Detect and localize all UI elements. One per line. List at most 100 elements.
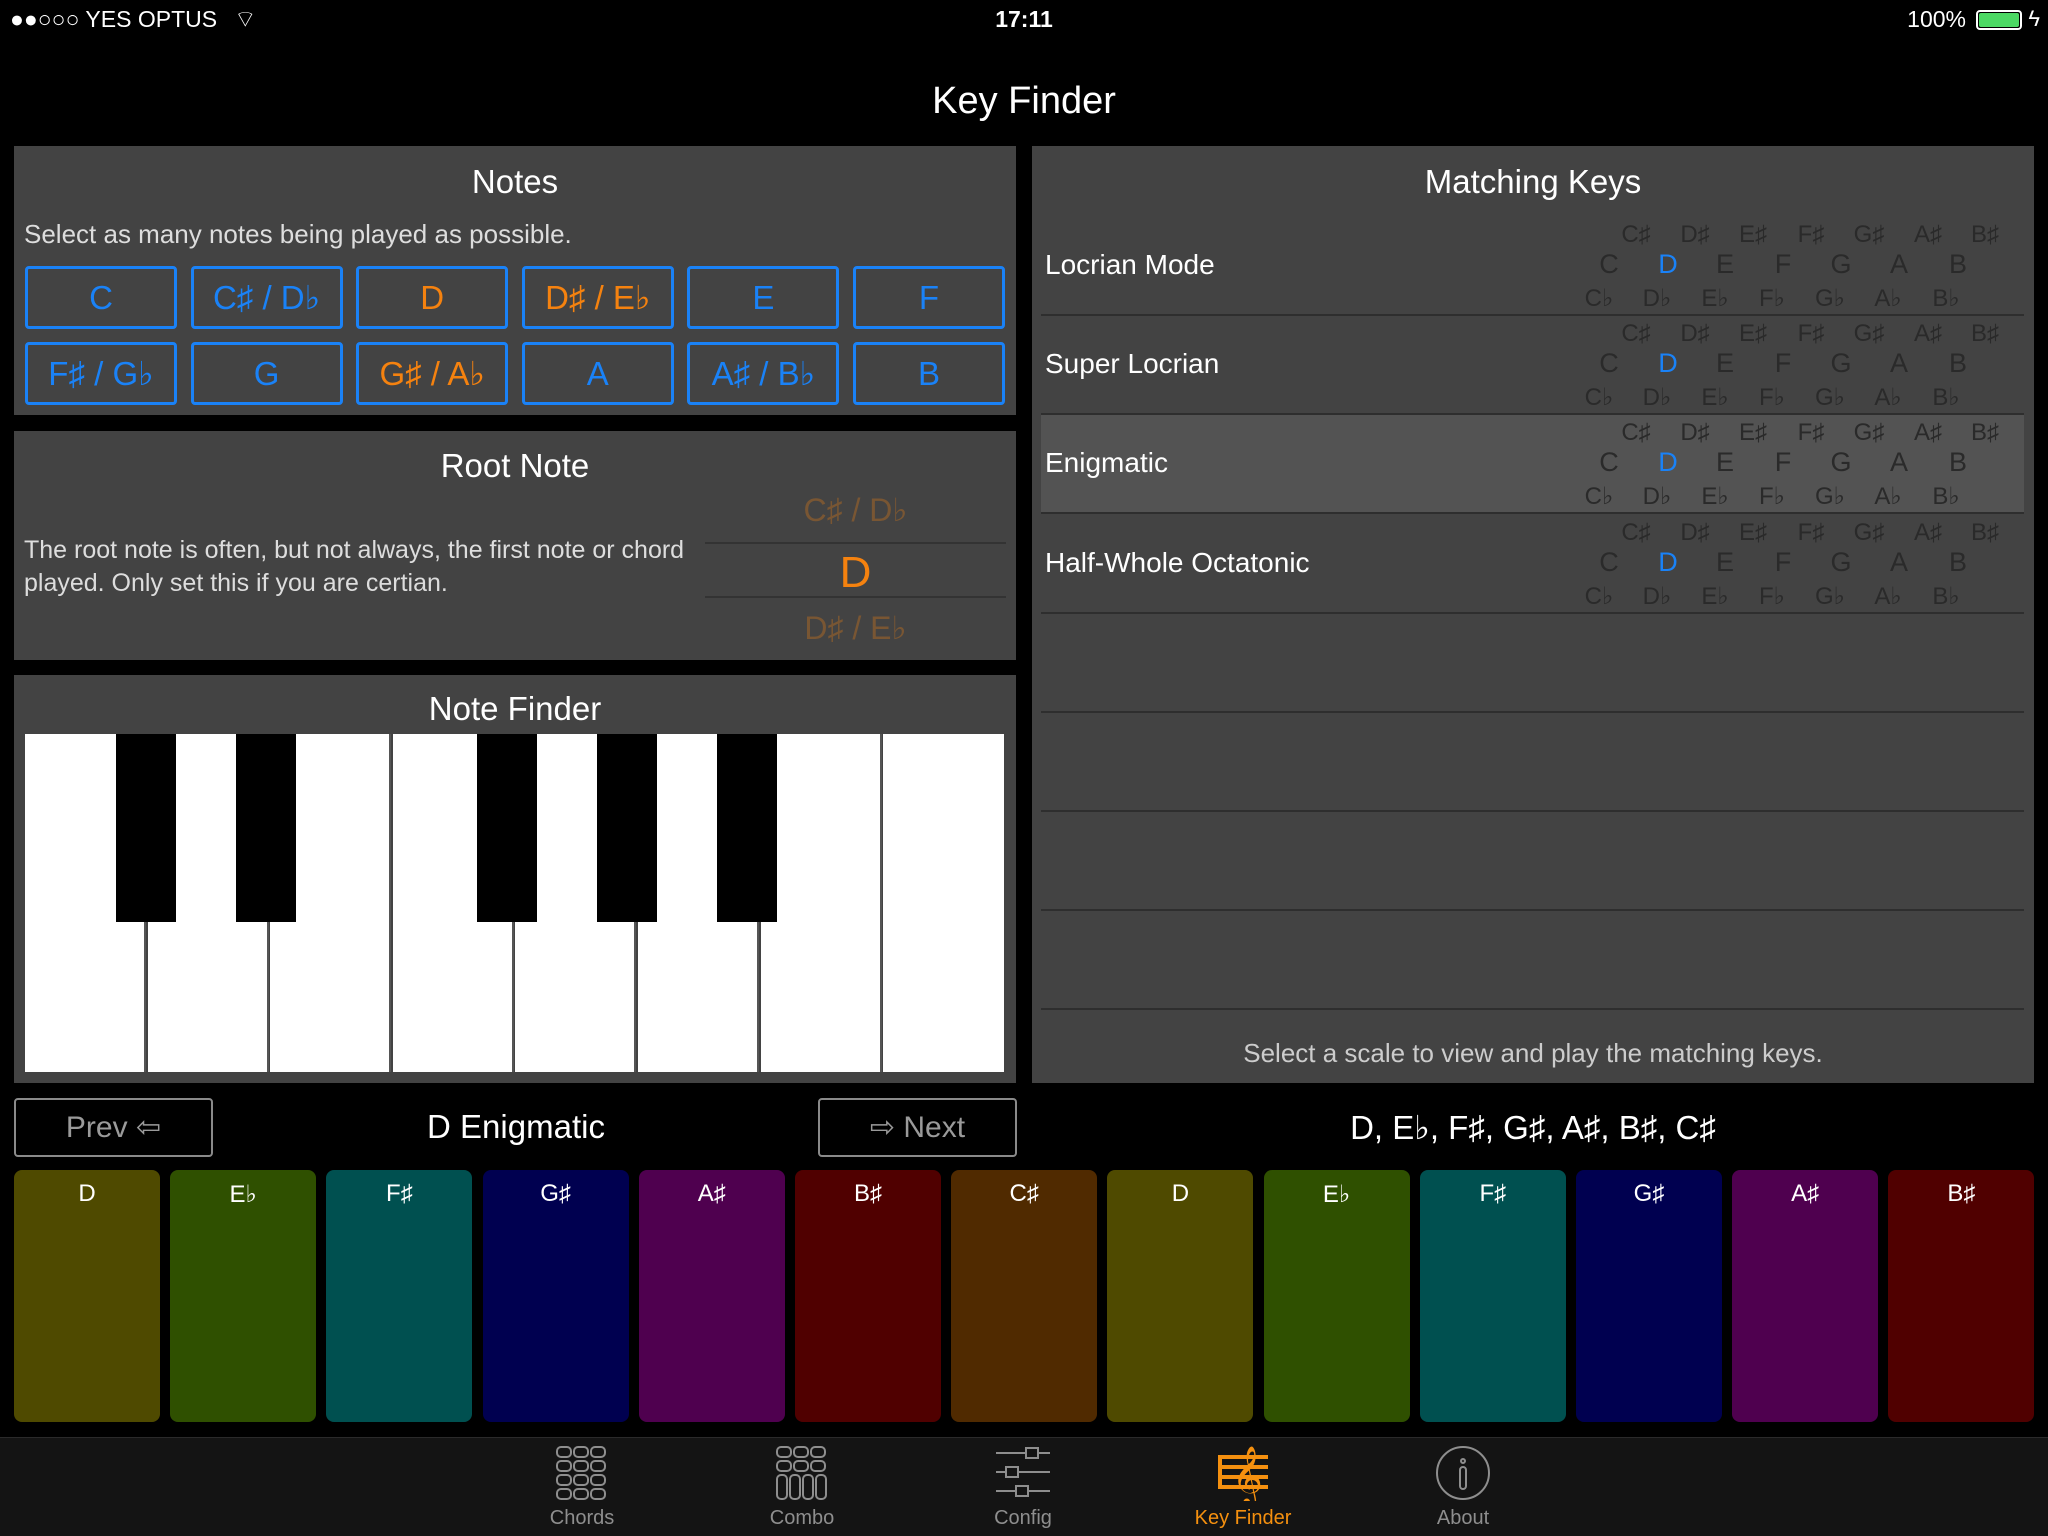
tab-about[interactable]: About [1383, 1437, 1543, 1536]
scale-note: B♭ [1932, 483, 1960, 511]
empty-row [1041, 911, 2024, 1011]
black-key[interactable] [236, 734, 296, 922]
scale-note: G [1830, 447, 1852, 478]
scale-note: D [1658, 546, 1678, 577]
prev-button[interactable]: Prev ⇦ [14, 1098, 213, 1157]
scale-note: A [1889, 348, 1909, 379]
tab-label: Chords [549, 1507, 615, 1529]
note-pad[interactable]: E♭ [170, 1170, 317, 1422]
black-key[interactable] [717, 734, 777, 922]
note-button[interactable]: C♯ / D♭ [190, 266, 343, 329]
scale-note: E [1715, 348, 1735, 379]
scale-note: C♭ [1584, 384, 1614, 412]
note-button[interactable]: B [853, 342, 1005, 405]
scale-note: C [1599, 546, 1619, 577]
note-finder-title: Note Finder [428, 690, 602, 727]
notes-title: Notes [471, 163, 559, 200]
note-pad[interactable]: B♯ [1888, 1170, 2035, 1422]
root-note-picker[interactable]: C♯ / D♭ D D♯ / E♭ [705, 491, 1006, 651]
scale-note: C♭ [1584, 582, 1614, 610]
root-note-title: Root Note [440, 447, 590, 484]
note-pad[interactable]: G♯ [482, 1170, 629, 1422]
scale-note: E [1715, 447, 1735, 478]
scale-note: C♯ [1621, 518, 1651, 546]
note-pad[interactable]: A♯ [638, 1170, 785, 1422]
scale-note: D [1658, 348, 1678, 379]
note-pad[interactable]: E♭ [1263, 1170, 1410, 1422]
white-key[interactable] [883, 734, 1005, 1072]
scale-note: D♯ [1680, 320, 1710, 348]
note-button[interactable]: D♯ / E♭ [521, 266, 674, 329]
picker-option-next[interactable]: D♯ / E♭ [705, 609, 1006, 647]
picker-option-prev[interactable]: C♯ / D♭ [705, 491, 1006, 529]
note-button[interactable]: D [356, 266, 509, 329]
scale-note: B♭ [1932, 285, 1960, 312]
note-pad[interactable]: F♯ [326, 1170, 473, 1422]
tab-label: Key Finder [1194, 1507, 1292, 1529]
tab-config[interactable]: Config [943, 1437, 1103, 1536]
scale-name: Super Locrian [1045, 348, 1220, 380]
note-button[interactable]: A♯ / B♭ [687, 342, 840, 405]
note-pad[interactable]: B♯ [795, 1170, 941, 1422]
scale-note: G [1830, 249, 1852, 279]
scale-note: F [1774, 249, 1792, 279]
scale-note: B♭ [1932, 582, 1960, 610]
page-title: Key Finder [932, 80, 1116, 122]
black-key[interactable] [597, 734, 657, 922]
note-pad[interactable]: G♯ [1576, 1170, 1722, 1422]
scale-note: D♭ [1642, 483, 1672, 511]
scale-note: D [1658, 447, 1678, 478]
scale-note: B♯ [1970, 419, 2000, 447]
scale-note: F [1774, 546, 1792, 577]
scale-note: E♭ [1701, 285, 1729, 312]
scale-note: E♯ [1738, 320, 1768, 348]
note-button[interactable]: A [521, 342, 674, 405]
clock: 17:11 [995, 6, 1053, 32]
scale-note: A♭ [1874, 285, 1902, 312]
scale-note: F [1774, 348, 1792, 379]
note-button[interactable]: F [853, 266, 1005, 329]
note-button[interactable]: C [25, 266, 177, 329]
picker-option-selected[interactable]: D [705, 548, 1006, 598]
scale-note: A [1889, 546, 1909, 577]
note-pad[interactable]: C♯ [951, 1170, 1098, 1422]
matching-keys-hint: Select a scale to view and play the matc… [1243, 1038, 1823, 1068]
tab-key-finder[interactable]: 𝄞 Key Finder [1163, 1437, 1323, 1536]
scale-note: C [1599, 249, 1619, 279]
note-button[interactable]: E [687, 266, 840, 329]
note-pad[interactable]: F♯ [1419, 1170, 1566, 1422]
tab-chords[interactable]: Chords [502, 1437, 662, 1536]
note-pad[interactable]: D [14, 1170, 160, 1422]
tab-combo[interactable]: Combo [722, 1437, 882, 1536]
empty-row [1041, 713, 2024, 812]
note-button[interactable]: G [190, 342, 343, 405]
black-key[interactable] [477, 734, 537, 922]
scale-note: F♭ [1759, 483, 1785, 511]
scale-note: F♭ [1759, 285, 1785, 312]
tab-label: Config [994, 1507, 1052, 1529]
scale-note: D♯ [1680, 221, 1710, 248]
note-button[interactable]: G♯ / A♭ [356, 342, 509, 405]
black-key[interactable] [116, 734, 176, 922]
note-pad[interactable]: D [1107, 1170, 1254, 1422]
scale-note: G♭ [1815, 483, 1845, 511]
note-pad[interactable]: A♯ [1732, 1170, 1879, 1422]
scale-row[interactable]: Super Locrian C♯ D♯ E♯ F♯ G♯ A♯ B♯ C D E F G A B C♭ D♭ E♭… [1041, 316, 2024, 416]
scale-note: G♯ [1853, 221, 1885, 248]
white-key[interactable] [760, 734, 882, 1072]
scale-note: G♯ [1853, 419, 1885, 447]
scale-note: C♯ [1621, 221, 1651, 248]
scale-note: B [1948, 546, 1968, 577]
svg-text:𝄞: 𝄞 [1232, 1446, 1263, 1501]
next-button[interactable]: ⇨ Next [818, 1098, 1017, 1157]
scale-row[interactable]: Half-Whole Octatonic C♯ D♯ E♯ F♯ G♯ A♯ B♯ C D E F G A… [1041, 515, 2024, 614]
scale-note: G♭ [1815, 384, 1845, 412]
scale-row[interactable]: Locrian Mode C♯ D♯ E♯ F♯ G♯ A♯ B♯ C D E F G A B C♭ D♭ E♭ F… [1041, 217, 2024, 316]
scale-note: B [1948, 447, 1968, 478]
scale-note: C♯ [1621, 320, 1651, 348]
battery-icon [1976, 10, 2022, 30]
scale-note: D♯ [1680, 518, 1710, 546]
scale-row[interactable]: Enigmatic C♯ D♯ E♯ F♯ G♯ A♯ B♯ C D E F G A B C♭ D♭ E♭ F♭ G♭… [1041, 415, 2024, 515]
current-scale-label: D Enigmatic [427, 1108, 605, 1145]
note-button[interactable]: F♯ / G♭ [25, 342, 177, 405]
